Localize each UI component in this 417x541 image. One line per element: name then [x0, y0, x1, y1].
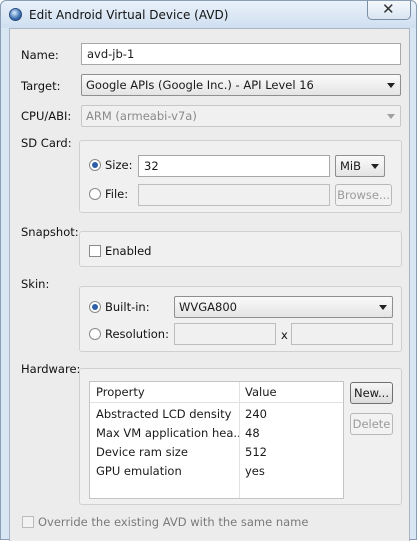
cpu-value: ARM (armeabi-v7a): [86, 109, 197, 123]
chevron-down-icon: [379, 305, 387, 310]
override-checkbox[interactable]: [22, 516, 34, 528]
sdcard-file-input[interactable]: [138, 184, 330, 206]
window-title: Edit Android Virtual Device (AVD): [29, 8, 229, 22]
delete-button[interactable]: Delete: [350, 413, 393, 435]
skin-label: Skin:: [21, 277, 50, 291]
table-cell-property[interactable]: Max VM application hea...: [90, 424, 239, 443]
target-value: Google APIs (Google Inc.) - API Level 16: [86, 78, 314, 92]
chevron-down-icon: [387, 114, 395, 119]
hardware-table: Property Value Abstracted LCD density 24…: [89, 381, 344, 499]
table-cell-value[interactable]: 240: [239, 405, 343, 424]
snapshot-enabled-checkbox[interactable]: [89, 245, 101, 257]
skin-resolution-label: Resolution:: [105, 327, 169, 341]
table-cell-value[interactable]: 48: [239, 424, 343, 443]
resolution-separator: x: [281, 328, 288, 342]
column-header-property[interactable]: Property: [90, 382, 239, 403]
sdcard-file-label: File:: [105, 187, 129, 201]
browse-button[interactable]: Browse...: [335, 184, 392, 206]
column-header-value[interactable]: Value: [239, 382, 343, 403]
cpu-label: CPU/ABI:: [21, 109, 72, 123]
target-label: Target:: [21, 79, 61, 93]
sdcard-file-radio[interactable]: [89, 188, 101, 200]
skin-builtin-radio[interactable]: [89, 301, 101, 313]
sdcard-label: SD Card:: [21, 136, 72, 150]
sdcard-size-label: Size:: [105, 158, 133, 172]
skin-builtin-label: Built-in:: [105, 300, 150, 314]
snapshot-label: Snapshot:: [21, 225, 79, 239]
target-select[interactable]: Google APIs (Google Inc.) - API Level 16: [81, 74, 401, 96]
sdcard-unit-value: MiB: [340, 159, 362, 173]
override-label: Override the existing AVD with the same …: [38, 515, 309, 529]
snapshot-enabled-label: Enabled: [105, 244, 152, 258]
skin-builtin-select[interactable]: WVGA800: [174, 296, 393, 318]
name-label: Name:: [21, 48, 59, 62]
chevron-down-icon: [387, 83, 395, 88]
resolution-height-input[interactable]: [291, 323, 393, 345]
cpu-select: ARM (armeabi-v7a): [81, 105, 401, 127]
close-icon: ✕: [382, 0, 395, 18]
eclipse-app-icon: [9, 8, 22, 21]
dialog-body: Name: avd-jb-1 Target: Google APIs (Goog…: [9, 28, 410, 541]
sdcard-size-radio[interactable]: [89, 159, 101, 171]
sdcard-size-input[interactable]: 32: [138, 155, 330, 177]
skin-builtin-value: WVGA800: [179, 300, 237, 314]
skin-resolution-radio[interactable]: [89, 328, 101, 340]
resolution-width-input[interactable]: [174, 323, 276, 345]
table-cell-property[interactable]: Abstracted LCD density: [90, 405, 239, 424]
table-cell-value[interactable]: yes: [239, 462, 343, 481]
new-button[interactable]: New...: [350, 382, 393, 404]
close-button[interactable]: ✕: [367, 0, 411, 20]
title-bar[interactable]: Edit Android Virtual Device (AVD) ✕: [1, 0, 416, 28]
table-cell-property[interactable]: Device ram size: [90, 443, 239, 462]
hardware-label: Hardware:: [21, 362, 81, 376]
chevron-down-icon: [371, 164, 379, 169]
dialog-window: Edit Android Virtual Device (AVD) ✕ Name…: [0, 0, 417, 541]
table-cell-property[interactable]: GPU emulation: [90, 462, 239, 481]
sdcard-unit-select[interactable]: MiB: [335, 155, 385, 177]
name-input[interactable]: avd-jb-1: [81, 43, 401, 65]
table-cell-value[interactable]: 512: [239, 443, 343, 462]
